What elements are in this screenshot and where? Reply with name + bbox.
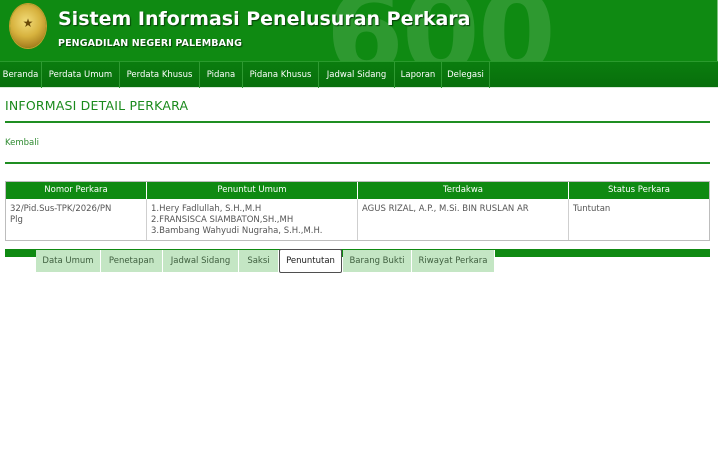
penuntut-umum-line: 1.Hery Fadlullah, S.H.,M.H — [151, 204, 262, 214]
case-table-header: Nomor Perkara Penuntut Umum Terdakwa Sta… — [6, 182, 709, 199]
case-table: Nomor Perkara Penuntut Umum Terdakwa Sta… — [5, 181, 710, 241]
nav-item-laporan[interactable]: Laporan — [395, 62, 442, 88]
nav-item-beranda[interactable]: Beranda — [0, 62, 42, 88]
main-nav: Beranda Perdata Umum Perdata Khusus Pida… — [0, 61, 718, 88]
cell-terdakwa: AGUS RIZAL, A.P., M.Si. BIN RUSLAN AR — [358, 199, 569, 240]
nav-item-delegasi[interactable]: Delegasi — [442, 62, 490, 88]
nav-item-pidana[interactable]: Pidana — [200, 62, 243, 88]
penuntut-umum-line: 3.Bambang Wahyudi Nugraha, S.H.,M.H. — [151, 226, 323, 236]
tab-riwayat-perkara[interactable]: Riwayat Perkara — [412, 250, 495, 272]
nomor-perkara-line: Plg — [10, 215, 23, 225]
tab-penuntutan[interactable]: Penuntutan — [279, 249, 342, 273]
cell-penuntut-umum: 1.Hery Fadlullah, S.H.,M.H 2.FRANSISCA S… — [147, 199, 358, 240]
page-title: INFORMASI DETAIL PERKARA — [5, 98, 189, 113]
back-link[interactable]: Kembali — [5, 138, 39, 148]
cell-status-perkara: Tuntutan — [573, 204, 611, 214]
nav-item-pidana-khusus[interactable]: Pidana Khusus — [243, 62, 319, 88]
divider — [5, 162, 710, 164]
court-emblem-icon: ★ — [10, 4, 46, 48]
tab-barang-bukti[interactable]: Barang Bukti — [343, 250, 412, 272]
site-title: Sistem Informasi Penelusuran Perkara — [58, 8, 471, 30]
column-header-terdakwa: Terdakwa — [358, 182, 569, 199]
column-header-status-perkara: Status Perkara — [607, 185, 671, 195]
nomor-perkara-line: 32/Pid.Sus-TPK/2026/PN — [10, 204, 112, 214]
cell-nomor-perkara: 32/Pid.Sus-TPK/2026/PN Plg — [6, 199, 147, 240]
nav-item-jadwal-sidang[interactable]: Jadwal Sidang — [319, 62, 395, 88]
nav-filler — [490, 62, 718, 88]
nav-item-perdata-umum[interactable]: Perdata Umum — [42, 62, 120, 88]
tab-penetapan[interactable]: Penetapan — [101, 250, 163, 272]
tab-jadwal-sidang[interactable]: Jadwal Sidang — [163, 250, 239, 272]
column-header-nomor-perkara: Nomor Perkara — [6, 182, 147, 199]
site-header: 600 ★ Sistem Informasi Penelusuran Perka… — [0, 0, 718, 61]
tab-data-umum[interactable]: Data Umum — [36, 250, 101, 272]
nav-item-perdata-khusus[interactable]: Perdata Khusus — [120, 62, 200, 88]
court-name: PENGADILAN NEGERI PALEMBANG — [58, 38, 243, 49]
divider — [5, 121, 710, 123]
tab-saksi[interactable]: Saksi — [239, 250, 279, 272]
penuntut-umum-line: 2.FRANSISCA SIAMBATON,SH.,MH — [151, 215, 294, 225]
column-header-penuntut-umum: Penuntut Umum — [147, 182, 358, 199]
